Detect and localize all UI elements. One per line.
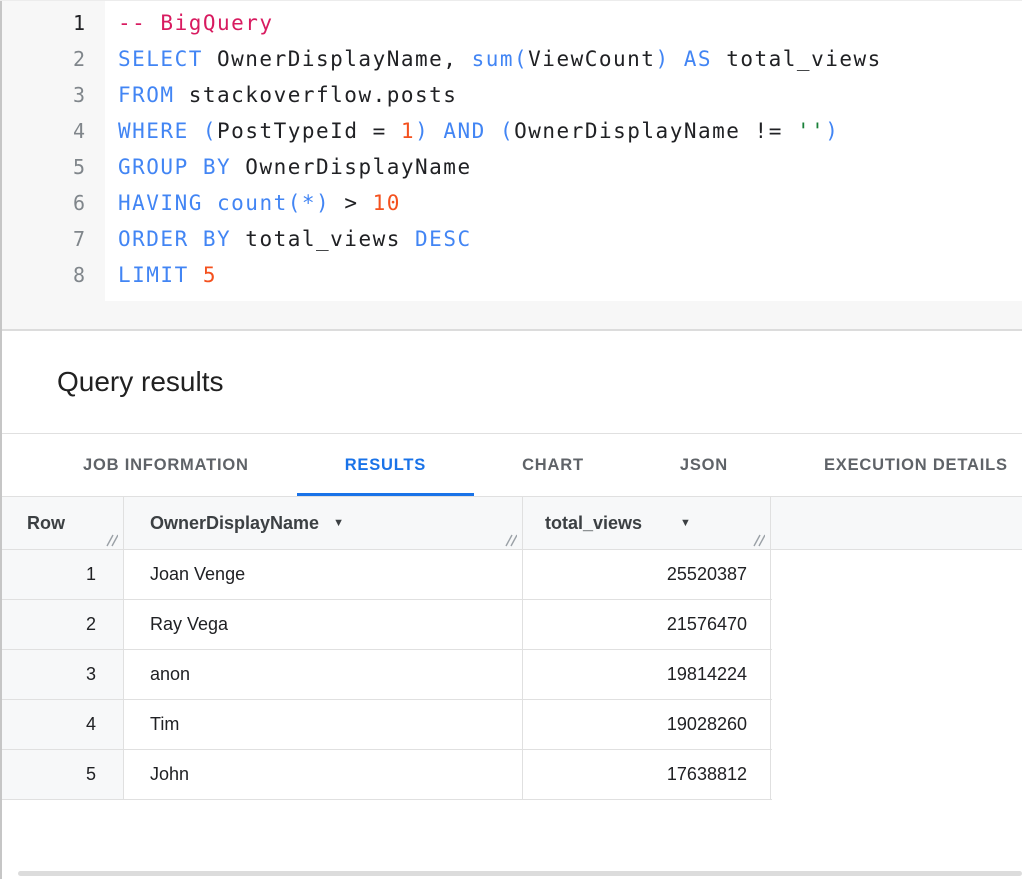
line-number: 7 (0, 221, 85, 257)
column-header-row: Row (0, 497, 124, 549)
column-header-owner-display-name[interactable]: OwnerDisplayName ▼ (124, 497, 523, 549)
tab-label: CHART (522, 456, 584, 475)
code-text: GROUP BY OwnerDisplayName (118, 149, 472, 185)
tab-execution-details[interactable]: EXECUTION DETAILS (776, 434, 1022, 496)
code-text: ORDER BY total_views DESC (118, 221, 472, 257)
table-row: 3 anon 19814224 (0, 650, 772, 700)
cell-owner-display-name: anon (124, 650, 523, 699)
table-row: 4 Tim 19028260 (0, 700, 772, 750)
cell-total-views: 21576470 (523, 600, 771, 649)
code-line: 4 WHERE (PostTypeId = 1) AND (OwnerDispl… (0, 113, 1022, 149)
column-resize-handle-icon[interactable] (103, 531, 118, 544)
line-number: 2 (0, 41, 85, 77)
code-line: 6 HAVING count(*) > 10 (0, 185, 1022, 221)
code-line: 7 ORDER BY total_views DESC (0, 221, 1022, 257)
line-number: 5 (0, 149, 85, 185)
code-line: 3 FROM stackoverflow.posts (0, 77, 1022, 113)
code-text: LIMIT 5 (118, 257, 217, 293)
column-header-row-label: Row (27, 513, 65, 534)
tab-job-information[interactable]: JOB INFORMATION (35, 434, 297, 496)
tab-bar: JOB INFORMATION RESULTS CHART JSON EXECU… (0, 434, 1022, 496)
sort-dropdown-icon[interactable]: ▼ (333, 517, 344, 529)
tab-label: RESULTS (345, 456, 426, 475)
line-number: 3 (0, 77, 85, 113)
line-number: 6 (0, 185, 85, 221)
code-line: 8 LIMIT 5 (0, 257, 1022, 293)
line-number: 4 (0, 113, 85, 149)
query-results-header: Query results (0, 331, 1022, 434)
code-line: 5 GROUP BY OwnerDisplayName (0, 149, 1022, 185)
column-resize-handle-icon[interactable] (502, 531, 517, 544)
column-resize-handle-icon[interactable] (750, 531, 765, 544)
tab-results[interactable]: RESULTS (297, 434, 474, 496)
column-header-views-label: total_views (545, 513, 642, 534)
cell-owner-display-name: Ray Vega (124, 600, 523, 649)
table-row: 5 John 17638812 (0, 750, 772, 800)
column-header-total-views[interactable]: total_views ▼ (523, 497, 771, 549)
sort-dropdown-icon[interactable]: ▼ (680, 517, 691, 529)
line-number: 1 (0, 5, 85, 41)
page-title: Query results (57, 366, 224, 398)
sql-editor[interactable]: 1 -- BigQuery 2 SELECT OwnerDisplayName,… (0, 1, 1022, 331)
results-table-body: 1 Joan Venge 25520387 2 Ray Vega 2157647… (0, 550, 772, 800)
results-table-header: Row OwnerDisplayName ▼ total_views ▼ (0, 496, 1022, 550)
cell-row-number: 2 (0, 600, 124, 649)
cell-owner-display-name: Joan Venge (124, 550, 523, 599)
code-text: FROM stackoverflow.posts (118, 77, 457, 113)
cell-owner-display-name: Tim (124, 700, 523, 749)
bigquery-results-panel: { "colors": { "accent": "#1a73e8", "keyw… (0, 0, 1022, 878)
column-header-filler (771, 497, 1022, 549)
cell-owner-display-name: John (124, 750, 523, 799)
code-line: 2 SELECT OwnerDisplayName, sum(ViewCount… (0, 41, 1022, 77)
code-lines: 1 -- BigQuery 2 SELECT OwnerDisplayName,… (0, 5, 1022, 293)
cell-row-number: 3 (0, 650, 124, 699)
code-text: -- BigQuery (118, 5, 274, 41)
table-row: 1 Joan Venge 25520387 (0, 550, 772, 600)
tab-label: JOB INFORMATION (83, 456, 249, 475)
cell-total-views: 17638812 (523, 750, 771, 799)
tab-label: EXECUTION DETAILS (824, 456, 1008, 475)
code-line: 1 -- BigQuery (0, 5, 1022, 41)
tab-label: JSON (680, 456, 728, 475)
cell-row-number: 1 (0, 550, 124, 599)
tab-json[interactable]: JSON (632, 434, 776, 496)
cell-row-number: 4 (0, 700, 124, 749)
code-text: HAVING count(*) > 10 (118, 185, 401, 221)
line-number: 8 (0, 257, 85, 293)
cell-total-views: 19814224 (523, 650, 771, 699)
cell-total-views: 25520387 (523, 550, 771, 599)
panel-left-border (0, 1, 2, 879)
cell-row-number: 5 (0, 750, 124, 799)
tab-chart[interactable]: CHART (474, 434, 632, 496)
horizontal-scrollbar[interactable] (18, 871, 1022, 876)
code-text: SELECT OwnerDisplayName, sum(ViewCount) … (118, 41, 882, 77)
table-row: 2 Ray Vega 21576470 (0, 600, 772, 650)
column-header-owner-label: OwnerDisplayName (150, 513, 319, 534)
editor-scrollbar-track[interactable] (2, 301, 1022, 329)
code-text: WHERE (PostTypeId = 1) AND (OwnerDisplay… (118, 113, 839, 149)
cell-total-views: 19028260 (523, 700, 771, 749)
